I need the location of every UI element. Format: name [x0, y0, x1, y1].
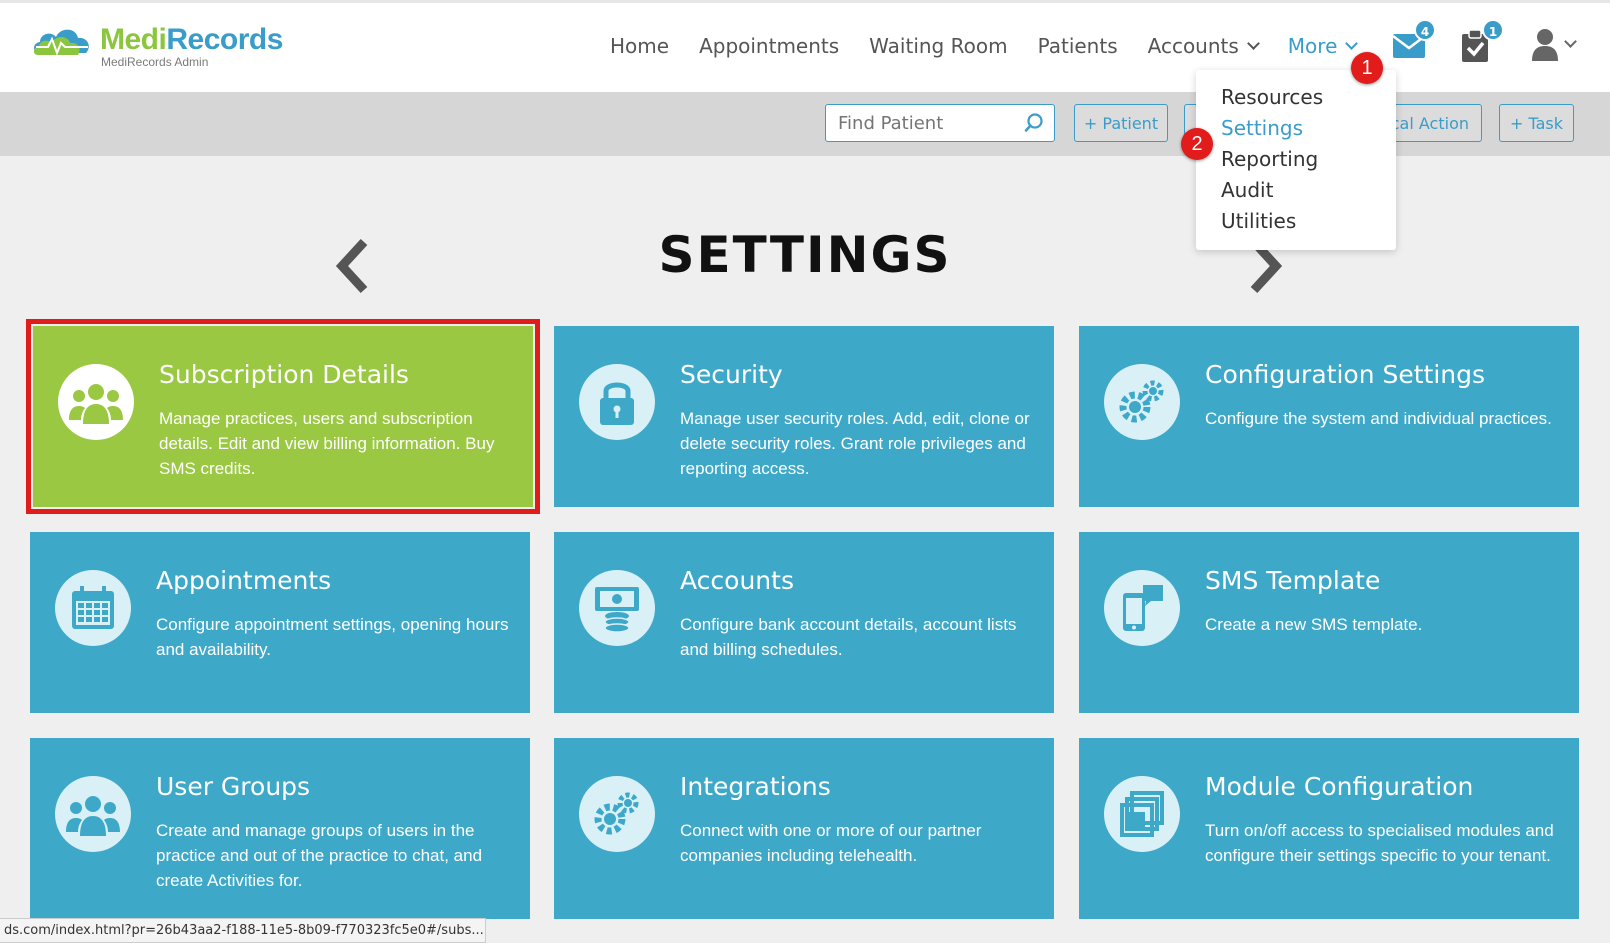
- card-icon-circle: [1104, 776, 1180, 852]
- card-icon-circle: [1104, 364, 1180, 440]
- nav-more-label: More: [1287, 34, 1338, 58]
- calendar-icon: [72, 586, 114, 629]
- add-patient-button[interactable]: + Patient: [1074, 104, 1168, 142]
- user-menu-button[interactable]: [1530, 27, 1590, 63]
- card-title: Module Configuration: [1205, 772, 1474, 801]
- card-title: Configuration Settings: [1205, 360, 1486, 389]
- search-icon[interactable]: [1024, 113, 1044, 133]
- card-icon-circle: [579, 364, 655, 440]
- money-icon: [595, 587, 639, 633]
- nav-home[interactable]: Home: [610, 34, 669, 58]
- nav-accounts-label: Accounts: [1147, 34, 1239, 58]
- card-title: Integrations: [680, 772, 831, 801]
- cloud-logo-icon: [33, 29, 89, 56]
- add-task-button[interactable]: + Task: [1499, 104, 1574, 142]
- phone-message-icon: [1123, 585, 1163, 631]
- brand-name: MediRecords: [100, 23, 283, 56]
- card-description: Manage practices, users and subscription…: [159, 409, 495, 478]
- chevron-down-icon: [1564, 35, 1577, 48]
- find-patient-box: [825, 104, 1055, 142]
- menu-item-reporting[interactable]: Reporting: [1196, 144, 1396, 175]
- card-subscription-details[interactable]: Subscription Details Manage practices, u…: [26, 319, 540, 514]
- card-icon-circle: [55, 776, 131, 852]
- card-description: Manage user security roles. Add, edit, c…: [680, 409, 1030, 478]
- gears-icon: [594, 792, 639, 835]
- card-integrations[interactable]: Integrations Connect with one or more of…: [554, 738, 1054, 919]
- tasks-badge: 1: [1482, 19, 1504, 41]
- card-title: Subscription Details: [159, 360, 409, 389]
- card-configuration-settings[interactable]: Configuration Settings Configure the sys…: [1079, 326, 1579, 507]
- card-title: User Groups: [156, 772, 311, 801]
- card-icon-circle: [579, 776, 655, 852]
- users-icon: [69, 384, 123, 424]
- card-title: Accounts: [680, 566, 794, 595]
- step-marker-2: 2: [1181, 128, 1213, 160]
- menu-item-settings[interactable]: Settings: [1196, 113, 1396, 144]
- card-description: Create and manage groups of users in the…: [156, 821, 483, 890]
- step-marker-1: 1: [1351, 52, 1383, 84]
- chevron-down-icon: [1345, 37, 1359, 50]
- more-dropdown-menu: Resources Settings Reporting Audit Utili…: [1196, 70, 1396, 250]
- browser-status-url: ds.com/index.html?pr=26b43aa2-f188-11e5-…: [0, 918, 486, 943]
- lock-icon: [600, 382, 634, 425]
- menu-item-audit[interactable]: Audit: [1196, 175, 1396, 206]
- card-sms-template[interactable]: SMS Template Create a new SMS template.: [1079, 532, 1579, 713]
- card-description: Turn on/off access to specialised module…: [1205, 821, 1554, 865]
- brand-logo[interactable]: MediRecords MediRecords Admin: [30, 19, 290, 73]
- user-avatar-icon: [1532, 29, 1558, 61]
- search-input[interactable]: [826, 105, 1016, 141]
- card-accounts[interactable]: Accounts Configure bank account details,…: [554, 532, 1054, 713]
- user-group-icon: [66, 796, 120, 836]
- menu-item-utilities[interactable]: Utilities: [1196, 206, 1396, 237]
- brand-subtitle: MediRecords Admin: [101, 55, 209, 69]
- gears-icon: [1119, 380, 1164, 423]
- nav-waiting-room[interactable]: Waiting Room: [869, 34, 1007, 58]
- messages-button[interactable]: 4: [1392, 19, 1436, 63]
- card-user-groups[interactable]: User Groups Create and manage groups of …: [30, 738, 530, 919]
- messages-badge: 4: [1414, 19, 1436, 41]
- card-icon-circle: [579, 570, 655, 646]
- card-description: Create a new SMS template.: [1205, 615, 1423, 634]
- nav-accounts[interactable]: Accounts: [1147, 34, 1260, 58]
- modules-icon: [1120, 791, 1164, 837]
- chevron-down-icon: [1246, 37, 1260, 50]
- card-title: Appointments: [156, 566, 332, 595]
- card-title: Security: [680, 360, 783, 389]
- card-module-configuration[interactable]: Module Configuration Turn on/off access …: [1079, 738, 1579, 919]
- card-description: Configure bank account details, account …: [680, 615, 1017, 659]
- card-description: Connect with one or more of our partner …: [680, 821, 982, 865]
- card-icon-circle: [1104, 570, 1180, 646]
- card-description: Configure the system and individual prac…: [1205, 409, 1552, 428]
- nav-appointments[interactable]: Appointments: [699, 34, 839, 58]
- card-appointments[interactable]: Appointments Configure appointment setti…: [30, 532, 530, 713]
- card-icon-circle: [55, 570, 131, 646]
- card-icon-circle: [58, 364, 134, 440]
- menu-item-resources[interactable]: Resources: [1196, 82, 1396, 113]
- card-security[interactable]: Security Manage user security roles. Add…: [554, 326, 1054, 507]
- nav-more[interactable]: More: [1287, 34, 1359, 58]
- main-nav: Home Appointments Waiting Room Patients …: [610, 31, 1386, 61]
- card-title: SMS Template: [1205, 566, 1381, 595]
- card-description: Configure appointment settings, opening …: [156, 615, 509, 659]
- tasks-button[interactable]: 1: [1460, 19, 1504, 63]
- nav-patients[interactable]: Patients: [1038, 34, 1118, 58]
